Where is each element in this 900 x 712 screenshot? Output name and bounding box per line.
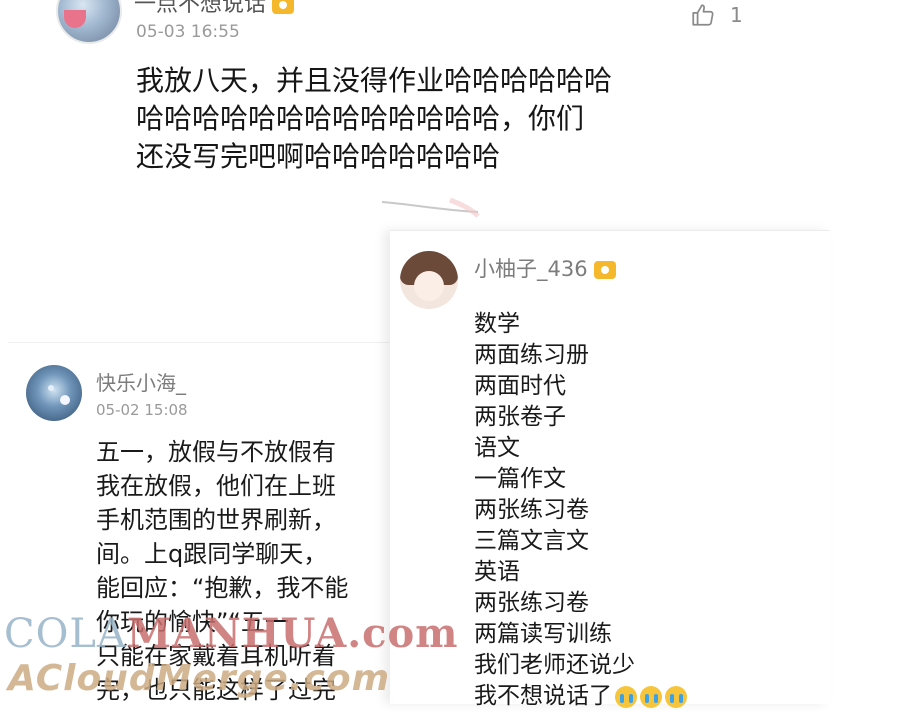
username-text: 一点不想说话 <box>134 0 267 17</box>
crying-face-icon <box>640 685 662 708</box>
list-item: 两张卷子 <box>474 404 566 430</box>
comment-line: 哈哈哈哈哈哈哈哈哈哈哈哈哈，你们 <box>136 102 585 135</box>
comment-username[interactable]: 小柚子_436 <box>474 253 616 283</box>
comment-body: 五一，放假与不放假有 我在放假，他们在上班 手机范围的世界刷新， 间。上q跟同学… <box>96 435 398 704</box>
feather-decoration-icon <box>381 197 480 218</box>
list-item: 语文 <box>474 435 520 461</box>
comment-line: 我放八天，并且没得作业哈哈哈哈哈哈 <box>136 64 613 97</box>
comment-line: 只能在家戴着耳机听着 <box>96 642 336 670</box>
avatar-decoration <box>60 395 70 405</box>
list-item: 我们老师还说少 <box>474 652 635 678</box>
vip-badge-icon <box>272 0 295 14</box>
user-avatar[interactable] <box>400 251 458 309</box>
list-item-text: 我不想说话了 <box>474 683 612 709</box>
list-item: 英语 <box>474 559 520 585</box>
list-item: 一篇作文 <box>474 466 566 492</box>
comment-timestamp: 05-02 15:08 <box>96 401 188 419</box>
vip-badge-icon <box>593 261 616 279</box>
avatar-decoration <box>64 10 86 28</box>
thumbs-up-icon <box>692 4 714 26</box>
top-comment-card: 一点不想说话 05-03 16:55 1 我放八天，并且没得作业哈哈哈哈哈哈 哈… <box>0 0 780 218</box>
list-item: 数学 <box>474 311 520 337</box>
comment-timestamp: 05-03 16:55 <box>136 22 240 42</box>
list-item: 两篇读写训练 <box>474 621 612 647</box>
username-text: 小柚子_436 <box>474 257 588 281</box>
comment-line: 我在放假，他们在上班 <box>96 472 336 500</box>
crying-face-icon <box>665 685 687 708</box>
list-item: 三篇文言文 <box>474 528 589 554</box>
left-comment-card: 快乐小海_ 05-02 15:08 五一，放假与不放假有 我在放假，他们在上班 … <box>8 342 398 704</box>
comment-line: 能回应：“抱歉，我不能 <box>96 574 349 602</box>
comment-line: 完，也只能这样了过完 <box>96 676 336 704</box>
comment-line: 间。上q跟同学聊天， <box>96 540 328 568</box>
list-item: 两面时代 <box>474 373 566 399</box>
comment-line: 你玩的愉快”“五一 <box>96 608 289 636</box>
like-button[interactable]: 1 <box>690 2 743 28</box>
right-comment-card: 小柚子_436 数学 两面练习册 两面时代 两张卷子 语文 一篇作文 两张练习卷… <box>390 230 830 709</box>
avatar-face <box>414 271 444 301</box>
comment-username[interactable]: 一点不想说话 <box>134 0 295 18</box>
list-item: 两张练习卷 <box>474 590 589 616</box>
user-avatar[interactable] <box>26 365 82 421</box>
user-avatar[interactable] <box>56 0 122 44</box>
list-item-last: 我不想说话了 <box>474 681 687 712</box>
comment-line: 还没写完吧啊哈哈哈哈哈哈哈 <box>136 140 501 173</box>
crying-face-icon <box>615 685 637 708</box>
comment-username[interactable]: 快乐小海_ <box>96 367 186 396</box>
comment-line: 五一，放假与不放假有 <box>96 438 336 466</box>
homework-list: 数学 两面练习册 两面时代 两张卷子 语文 一篇作文 两张练习卷 三篇文言文 英… <box>474 309 687 712</box>
comment-body: 我放八天，并且没得作业哈哈哈哈哈哈 哈哈哈哈哈哈哈哈哈哈哈哈哈，你们 还没写完吧… <box>136 62 756 176</box>
list-item: 两张练习卷 <box>474 497 589 523</box>
comment-line: 手机范围的世界刷新， <box>96 506 336 534</box>
list-item: 两面练习册 <box>474 342 589 368</box>
like-count: 1 <box>730 3 743 27</box>
